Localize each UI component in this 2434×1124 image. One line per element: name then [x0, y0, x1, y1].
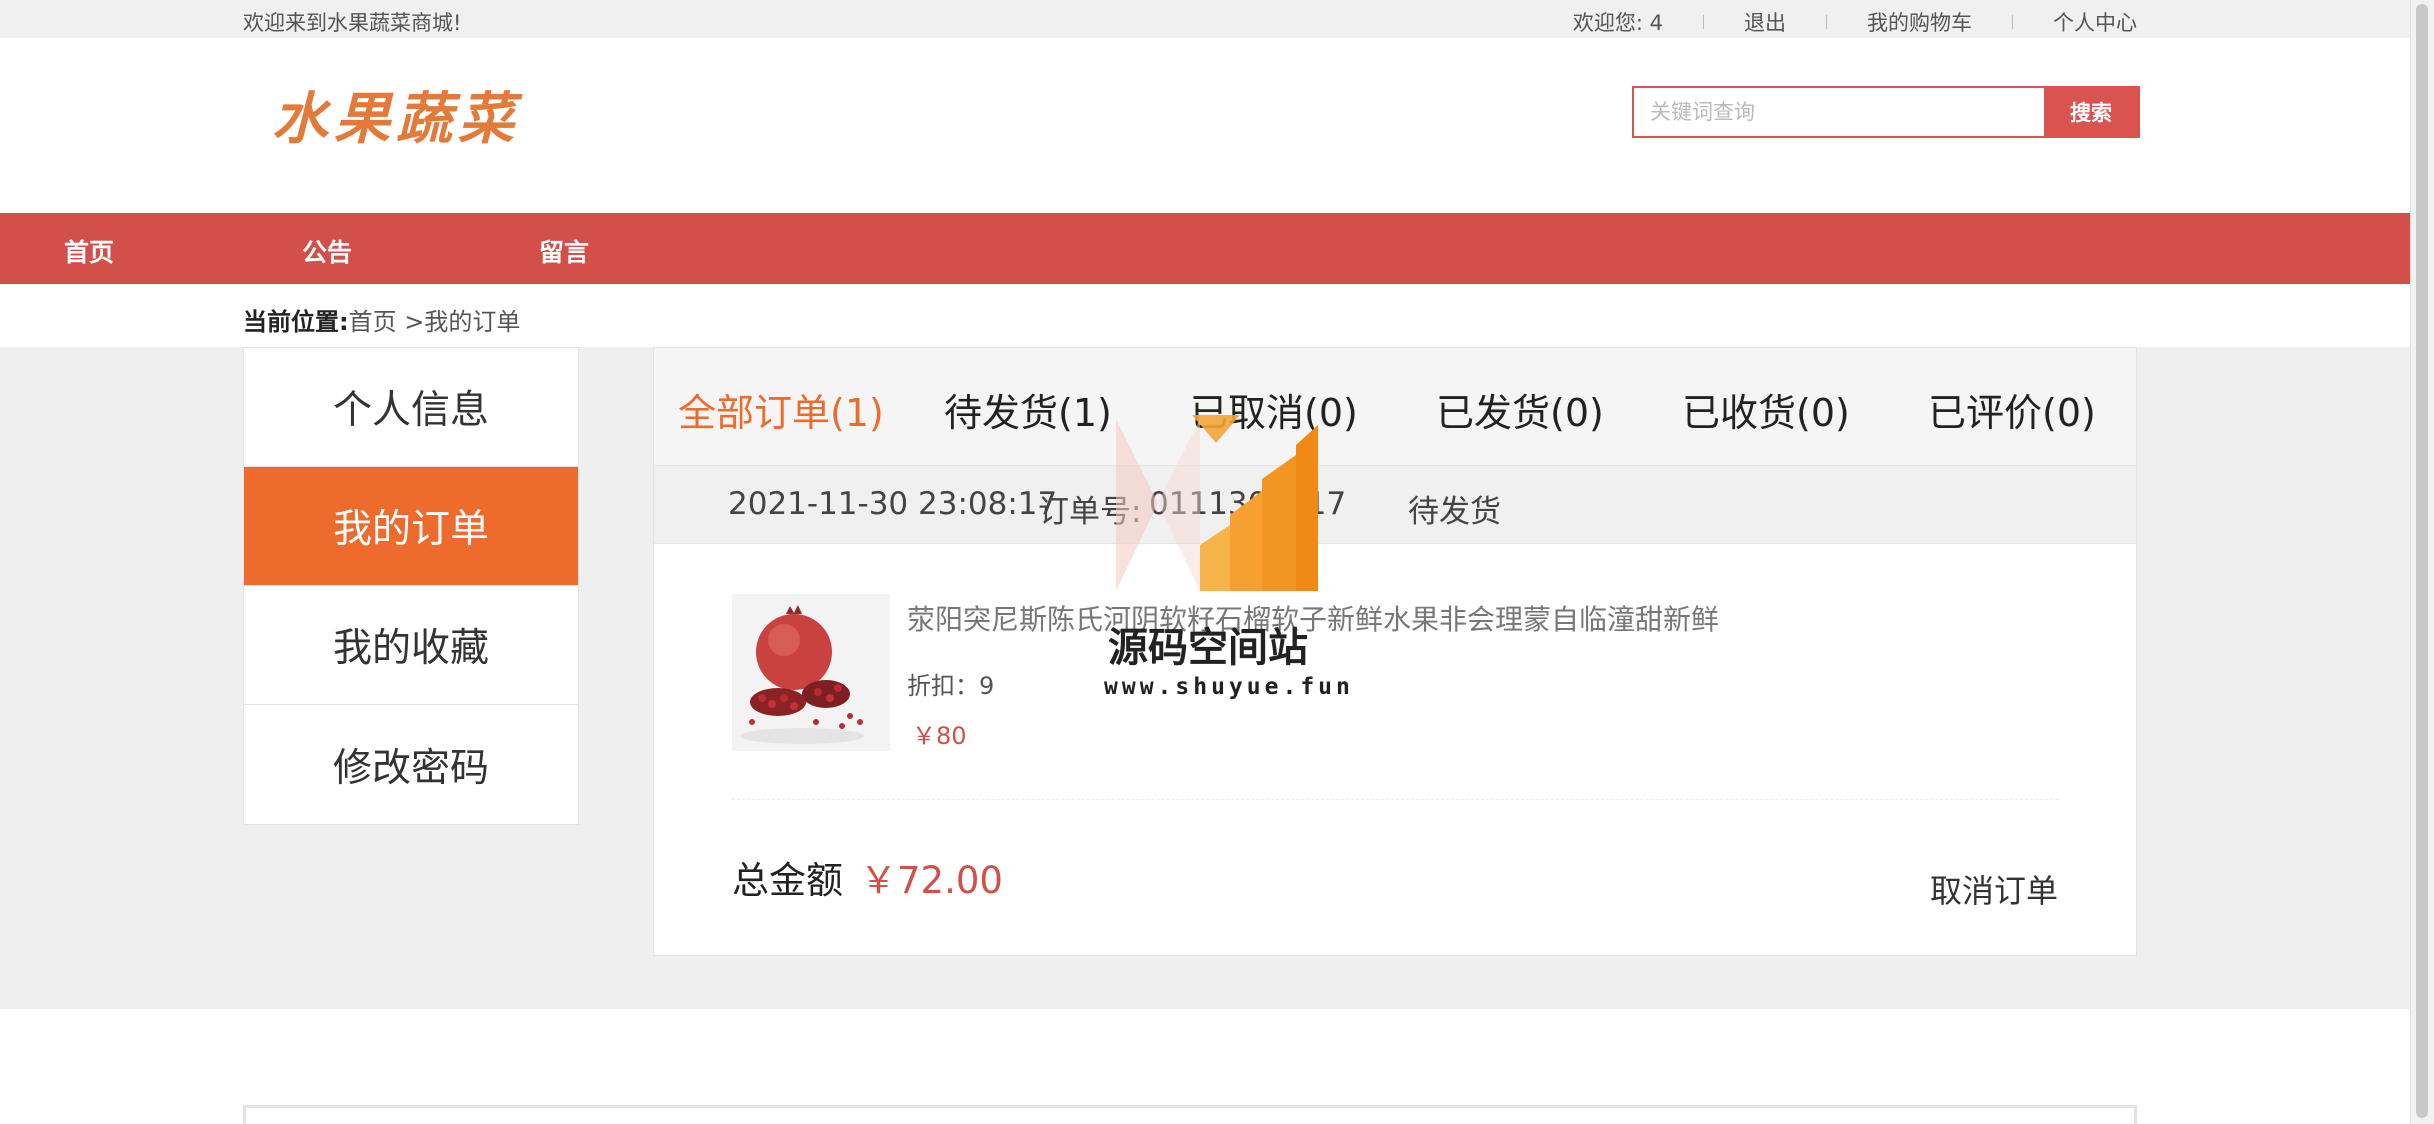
order-status: 待发货 — [1408, 494, 1501, 530]
cancel-order-button[interactable]: 取消订单 — [1930, 866, 2058, 912]
tab-reviewed[interactable]: 已评价(0) — [1928, 382, 2096, 437]
scrollbar-thumb[interactable] — [2416, 4, 2428, 1118]
product-image[interactable] — [732, 594, 890, 751]
separator — [1703, 15, 1704, 29]
tab-shipped[interactable]: 已发货(0) — [1436, 382, 1604, 437]
search-button[interactable]: 搜索 — [2044, 88, 2138, 136]
sidebar-item-profile[interactable]: 个人信息 — [244, 348, 578, 467]
footer-box — [243, 1105, 2137, 1124]
sidebar-item-favorites[interactable]: 我的收藏 — [244, 586, 578, 705]
account-sidebar: 个人信息 我的订单 我的收藏 修改密码 — [243, 347, 579, 825]
main-nav: 首页 公告 留言 — [0, 213, 2410, 284]
site-logo[interactable]: 水果蔬菜 — [272, 74, 520, 155]
breadcrumb-path[interactable]: 首页 >我的订单 — [349, 308, 521, 336]
breadcrumb: 当前位置:首页 >我的订单 — [243, 302, 520, 337]
watermark-url: www.shuyue.fun — [1104, 674, 1354, 700]
nav-item-home[interactable]: 首页 — [64, 233, 114, 269]
sidebar-item-orders[interactable]: 我的订单 — [244, 467, 578, 586]
header: 水果蔬菜 搜索 — [0, 38, 2410, 213]
product-price: ￥80 — [912, 722, 967, 750]
search-input[interactable] — [1634, 88, 2044, 136]
order-header: 2021-11-30 23:08:17 订单号: 0111302817 待发货 — [654, 466, 2136, 544]
welcome-text: 欢迎来到水果蔬菜商城! — [243, 11, 462, 35]
separator — [2012, 15, 2013, 29]
separator — [1826, 15, 1827, 29]
logout-link[interactable]: 退出 — [1744, 7, 1786, 37]
tab-all-orders[interactable]: 全部订单(1) — [678, 382, 884, 437]
top-links: 欢迎您: 4 退出 我的购物车 个人中心 — [1573, 7, 2137, 37]
order-date: 2021-11-30 23:08:17 — [728, 486, 1058, 522]
user-greeting: 欢迎您: 4 — [1572, 11, 1663, 35]
total-amount: ￥72.00 — [860, 859, 1003, 902]
order-tabs: 全部订单(1) 待发货(1) 已取消(0) 已发货(0) 已收货(0) 已评价(… — [654, 348, 2136, 466]
watermark-title: 源码空间站 — [1108, 625, 1308, 671]
cart-link[interactable]: 我的购物车 — [1867, 7, 1972, 37]
nav-item-announcements[interactable]: 公告 — [302, 233, 352, 269]
search-bar: 搜索 — [1632, 86, 2140, 138]
orders-panel: 全部订单(1) 待发货(1) 已取消(0) 已发货(0) 已收货(0) 已评价(… — [653, 347, 2137, 956]
profile-link[interactable]: 个人中心 — [2053, 7, 2137, 37]
breadcrumb-prefix: 当前位置: — [243, 308, 349, 336]
nav-item-messages[interactable]: 留言 — [539, 233, 589, 269]
top-bar: 欢迎来到水果蔬菜商城! 欢迎您: 4 退出 我的购物车 个人中心 — [0, 0, 2410, 38]
sidebar-item-password[interactable]: 修改密码 — [244, 705, 578, 824]
total-label: 总金额 — [732, 859, 843, 902]
product-discount: 折扣：9 — [907, 672, 995, 700]
tab-pending-shipment[interactable]: 待发货(1) — [944, 382, 1112, 437]
tab-received[interactable]: 已收货(0) — [1682, 382, 1850, 437]
pomegranate-icon — [732, 594, 890, 751]
page-scrollbar[interactable] — [2410, 0, 2434, 1124]
breadcrumb-bar: 当前位置:首页 >我的订单 — [0, 284, 2410, 347]
divider — [732, 799, 2058, 800]
